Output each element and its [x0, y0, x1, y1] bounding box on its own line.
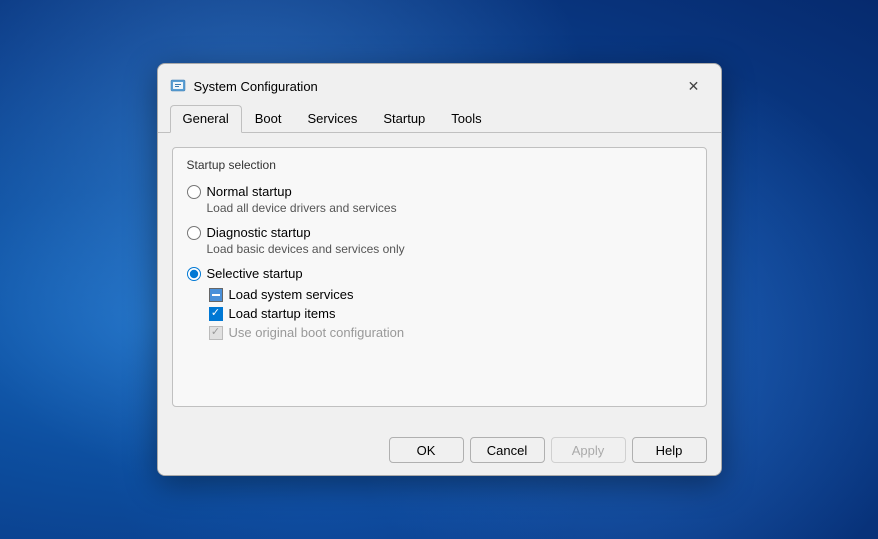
selective-startup-label: Selective startup	[207, 266, 303, 281]
dialog-icon	[170, 78, 186, 94]
apply-button[interactable]: Apply	[551, 437, 626, 463]
selective-startup-row: Selective startup	[187, 266, 692, 281]
help-button[interactable]: Help	[632, 437, 707, 463]
dialog-title: System Configuration	[194, 79, 318, 94]
dialog-footer: OK Cancel Apply Help	[158, 429, 721, 475]
load-system-services-row: Load system services	[209, 287, 692, 302]
diagnostic-startup-label: Diagnostic startup	[207, 225, 311, 240]
normal-startup-radio[interactable]	[187, 185, 201, 199]
use-original-boot-checkbox: ✓	[209, 326, 223, 340]
tab-services[interactable]: Services	[295, 105, 371, 133]
system-configuration-dialog: System Configuration ✕ General Boot Serv…	[157, 63, 722, 476]
load-startup-items-row: ✓ Load startup items	[209, 306, 692, 321]
titlebar: System Configuration ✕	[158, 64, 721, 98]
diagnostic-startup-desc: Load basic devices and services only	[207, 242, 692, 256]
close-button[interactable]: ✕	[679, 74, 709, 98]
title-left: System Configuration	[170, 78, 318, 94]
use-original-boot-label: Use original boot configuration	[229, 325, 405, 340]
normal-startup-row: Normal startup	[187, 184, 692, 199]
group-label: Startup selection	[187, 158, 692, 172]
ok-button[interactable]: OK	[389, 437, 464, 463]
load-startup-items-label: Load startup items	[229, 306, 336, 321]
use-original-boot-row: ✓ Use original boot configuration	[209, 325, 692, 340]
dialog-content: Startup selection Normal startup Load al…	[158, 133, 721, 429]
selective-startup-radio[interactable]	[187, 267, 201, 281]
tab-startup[interactable]: Startup	[370, 105, 438, 133]
load-startup-items-checkbox[interactable]: ✓	[209, 307, 223, 321]
dialog-overlay: System Configuration ✕ General Boot Serv…	[0, 0, 878, 539]
normal-startup-label: Normal startup	[207, 184, 292, 199]
diagnostic-startup-radio[interactable]	[187, 226, 201, 240]
tab-boot[interactable]: Boot	[242, 105, 295, 133]
cancel-button[interactable]: Cancel	[470, 437, 545, 463]
tabs-bar: General Boot Services Startup Tools	[158, 98, 721, 133]
load-system-services-label: Load system services	[229, 287, 354, 302]
selective-sub-options: Load system services ✓ Load startup item…	[209, 287, 692, 340]
load-system-services-checkbox[interactable]	[209, 288, 223, 302]
normal-startup-desc: Load all device drivers and services	[207, 201, 692, 215]
startup-selection-group: Startup selection Normal startup Load al…	[172, 147, 707, 407]
tab-general[interactable]: General	[170, 105, 242, 133]
diagnostic-startup-row: Diagnostic startup	[187, 225, 692, 240]
tab-tools[interactable]: Tools	[438, 105, 494, 133]
